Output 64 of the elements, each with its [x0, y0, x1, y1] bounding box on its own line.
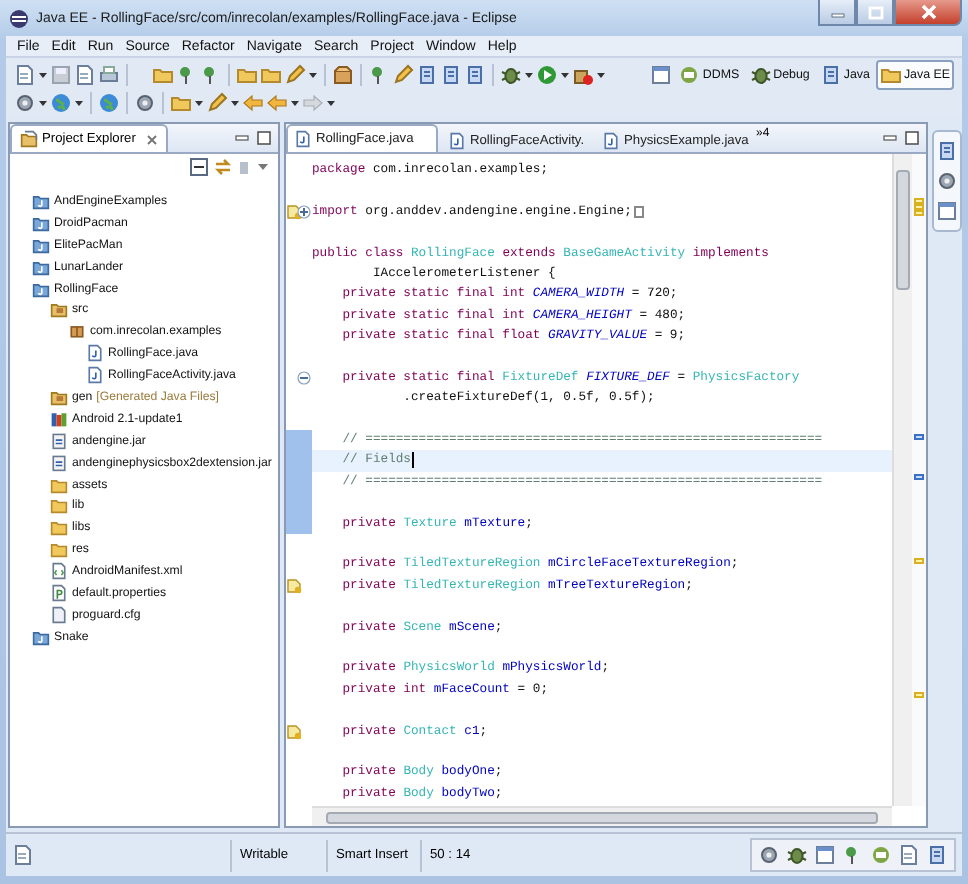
explorer-icon: [20, 130, 38, 148]
page-icon[interactable]: [926, 844, 948, 866]
android-icon: [678, 64, 701, 86]
document-icon[interactable]: [898, 844, 920, 866]
maximize-button[interactable]: [856, 0, 894, 26]
window-icon[interactable]: [650, 64, 673, 86]
folder-icon[interactable]: [260, 64, 282, 86]
package-icon: [68, 322, 86, 341]
java-file-icon: [86, 344, 104, 363]
project-folder-icon: [32, 279, 50, 297]
app-icon: [8, 7, 30, 29]
vertical-scrollbar[interactable]: [892, 154, 912, 806]
page-icon[interactable]: [936, 140, 958, 162]
source-folder-icon: [50, 300, 68, 319]
minimize-button[interactable]: [818, 0, 856, 26]
properties-file-icon: [50, 583, 68, 602]
page-icon[interactable]: [440, 64, 462, 86]
fold-icon[interactable]: [296, 203, 312, 220]
folder-icon: [879, 64, 902, 86]
window-icon[interactable]: [936, 200, 958, 222]
project-folder-icon: [32, 213, 50, 232]
close-icon: [919, 4, 937, 20]
maximize-icon[interactable]: [256, 130, 272, 146]
java-file-icon: [294, 130, 312, 148]
java-file-icon: [448, 131, 466, 149]
collapse-all-icon[interactable]: [190, 157, 208, 175]
java-file-icon: [602, 131, 620, 149]
bug-icon: [749, 64, 772, 86]
android-icon[interactable]: [870, 844, 892, 866]
page-icon: [819, 64, 842, 86]
bug-icon[interactable]: [500, 64, 522, 86]
folder-icon[interactable]: [152, 64, 174, 86]
maximize-icon: [867, 5, 883, 19]
project-folder-icon: [32, 627, 50, 646]
jar-file-icon: [50, 431, 68, 450]
project-folder-icon: [32, 191, 50, 210]
document-icon[interactable]: [14, 64, 36, 86]
project-folder-icon: [32, 235, 50, 254]
bug-icon[interactable]: [786, 844, 808, 866]
horizontal-scrollbar[interactable]: [312, 806, 892, 826]
link-icon[interactable]: [214, 157, 232, 175]
java-file-icon: [86, 366, 104, 385]
close-button[interactable]: [894, 0, 962, 26]
library-icon: [50, 409, 68, 428]
document-icon[interactable]: [12, 844, 34, 866]
source-folder-icon: [50, 387, 68, 406]
close-icon[interactable]: [145, 133, 158, 145]
view-menu-icon[interactable]: [238, 157, 270, 175]
file-icon: [50, 605, 68, 624]
package-icon[interactable]: [332, 64, 354, 86]
project-folder-icon: [32, 257, 50, 276]
printer-icon[interactable]: [98, 64, 120, 86]
xml-file-icon: [50, 562, 68, 581]
maximize-icon[interactable]: [904, 130, 920, 146]
jar-file-icon: [50, 453, 68, 472]
window-icon[interactable]: [814, 844, 836, 866]
play-icon[interactable]: [536, 64, 558, 86]
document-icon[interactable]: [74, 64, 96, 86]
page-icon[interactable]: [464, 64, 486, 86]
page-icon[interactable]: [416, 64, 438, 86]
folded-code-icon[interactable]: [633, 205, 644, 218]
globe-icon[interactable]: [98, 92, 120, 114]
pencil-icon[interactable]: [392, 64, 414, 86]
fold-icon[interactable]: [296, 370, 312, 387]
